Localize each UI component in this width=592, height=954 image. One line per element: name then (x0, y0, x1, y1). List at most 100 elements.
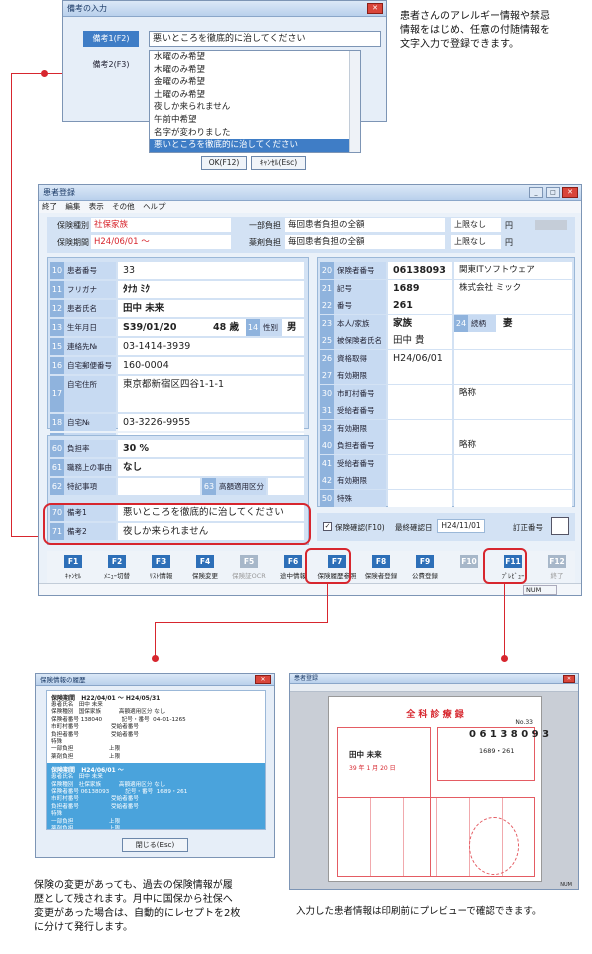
field-extra (454, 419, 572, 437)
cancel-button[interactable]: ｷｬﾝｾﾙ(Esc) (251, 156, 306, 170)
field-value[interactable] (388, 367, 452, 384)
insurance-period-value[interactable]: H24/06/01 ～ (91, 235, 231, 249)
limit2[interactable]: 上限なし (451, 235, 501, 249)
history-block1: 保険期間 H22/04/01 ～ H24/05/31 患者氏名 田中 未来 保険種… (47, 691, 265, 764)
list-scrollbar[interactable] (349, 51, 360, 152)
field-value[interactable]: ﾀﾅｶ ﾐｸ (118, 281, 304, 298)
field-value[interactable]: 160-0004 (118, 357, 304, 374)
last-confirm-label: 最終確認日 (395, 523, 433, 532)
maximize-icon[interactable]: □ (546, 187, 560, 198)
fkey-label: ﾘｽﾄ情報 (149, 572, 173, 580)
field-value[interactable] (118, 478, 200, 495)
menu-other[interactable]: その他 (112, 202, 135, 211)
field-value[interactable] (388, 402, 452, 419)
tab-remarks2[interactable]: 備考2(F3) (83, 57, 139, 73)
history-list[interactable]: 保険期間 H22/04/01 ～ H24/05/31 患者氏名 田中 未来 保険種… (46, 690, 266, 830)
field-label: 有効期限 (334, 419, 386, 437)
suggestion-item[interactable]: 名字が変わりました (150, 127, 360, 140)
field-label: 自宅郵便番号 (64, 357, 116, 374)
tab-remarks1[interactable]: 備考1(F2) (83, 31, 139, 47)
connector-line (155, 622, 328, 623)
suggestion-item[interactable]: 金曜のみ希望 (150, 76, 360, 89)
fkey-f1[interactable]: F1 ｷｬﾝｾﾙ (53, 555, 93, 580)
field-label: 特殊 (334, 489, 386, 507)
fkey-f3[interactable]: F3 ﾘｽﾄ情報 (141, 555, 181, 580)
menu-help[interactable]: ヘルプ (143, 202, 166, 211)
history-block2-header: 保険期間 H24/06/01 ～ (51, 767, 124, 775)
close-icon[interactable]: ✕ (255, 675, 271, 684)
confirm-checkbox[interactable]: ✓ (323, 522, 332, 531)
field-value[interactable]: 30 % (118, 440, 304, 457)
special-value[interactable] (268, 478, 304, 495)
fkey-cap: F2 (108, 555, 126, 568)
suggestion-item[interactable]: 木曜のみ希望 (150, 64, 360, 77)
fkey-cap: F1 (64, 555, 82, 568)
limit1[interactable]: 上限なし (451, 218, 501, 232)
field-value[interactable]: 03-1414-3939 (118, 338, 304, 355)
remarks-input-dialog: 備考の入力 ✕ 備考1(F2) 備考2(F3) 悪いところを徹底的に治してくださ… (62, 0, 387, 153)
field-value[interactable]: 田中 貴 (388, 332, 452, 349)
last-confirm-value[interactable]: H24/11/01 (437, 519, 485, 533)
field-extra (454, 367, 572, 384)
field-value[interactable] (388, 489, 452, 507)
field-value[interactable]: 東京都新宿区四谷1-1-1 (118, 376, 304, 412)
insurer-number: 0 6 1 3 8 0 9 3 (469, 729, 550, 740)
field-value[interactable]: 33 (118, 262, 304, 279)
field-value[interactable] (388, 472, 452, 489)
field-value[interactable]: S39/01/20 (118, 319, 208, 336)
suggestion-item[interactable]: 水曜のみ希望 (150, 51, 360, 64)
fkey-f8[interactable]: F8 保険者登録 (361, 555, 401, 580)
field-label: 性別 (260, 319, 282, 336)
connector-line (11, 73, 12, 536)
doc-no: No.33 (515, 719, 533, 726)
history-line: 特殊 (51, 811, 63, 818)
ok-button[interactable]: OK(F12) (201, 156, 247, 170)
fkey-f4[interactable]: F4 保険変更 (185, 555, 225, 580)
close-icon[interactable]: ✕ (563, 675, 575, 683)
insurance-type-value[interactable]: 社保家族 (91, 218, 231, 232)
field-value[interactable] (388, 384, 452, 402)
field-value[interactable]: 田中 未来 (118, 300, 304, 317)
field-label: 生年月日 (64, 319, 116, 336)
remarks-input[interactable]: 悪いところを徹底的に治してください (149, 31, 381, 47)
fkey-f2[interactable]: F2 ﾒﾆｭｰ切替 (97, 555, 137, 580)
history-title: 保険情報の履歴 (36, 674, 274, 686)
insurance-history-window: 保険情報の履歴 ✕ 保険期間 H22/04/01 ～ H24/05/31 患者氏… (35, 673, 275, 858)
field-value[interactable] (388, 419, 452, 437)
field-value[interactable]: なし (118, 459, 304, 476)
field-label: 患者番号 (64, 262, 116, 279)
field-value[interactable]: 261 (388, 297, 452, 314)
suggestion-item[interactable]: 土曜のみ希望 (150, 89, 360, 102)
fkey-cap: F5 (240, 555, 258, 568)
suggestion-item[interactable]: 夜しか来られません (150, 101, 360, 114)
field-label: 市町村番号 (334, 384, 386, 402)
field-value[interactable] (388, 437, 452, 454)
field-value[interactable]: 1689 (388, 279, 452, 297)
partial-burden-value[interactable]: 毎回患者負担の全額 (285, 218, 445, 232)
fkey-f9[interactable]: F9 公費登録 (405, 555, 445, 580)
suggestion-list[interactable]: 水曜のみ希望 木曜のみ希望 金曜のみ希望 土曜のみ希望 夜しか来られません 午前中希望 名字… (149, 50, 361, 153)
field-label: 受給者番号 (334, 454, 386, 472)
history-block2: 保険期間 H24/06/01 ～ 患者氏名 田中 未来 保険種別 社保家族 高額適… (47, 763, 265, 829)
close-icon[interactable]: ✕ (367, 3, 383, 14)
menu-edit[interactable]: 編集 (65, 202, 80, 211)
menu-exit[interactable]: 終了 (42, 202, 57, 211)
drug-burden-value[interactable]: 毎回患者負担の全額 (285, 235, 445, 249)
minimize-icon[interactable]: _ (529, 187, 543, 198)
correction-input[interactable] (551, 517, 569, 535)
field-value[interactable]: 03-3226-9955 (118, 414, 304, 431)
relation-value[interactable]: 妻 (498, 314, 572, 332)
suggestion-item[interactable]: 午前中希望 (150, 114, 360, 127)
close-icon[interactable]: ✕ (562, 187, 578, 198)
field-value[interactable]: 06138093 (388, 262, 452, 279)
field-value[interactable]: H24/06/01 (388, 349, 452, 367)
insurance-confirm-row: ✓ 保険確認(F10) 最終確認日 H24/11/01 訂正番号 (317, 513, 575, 541)
f11-highlight (483, 548, 527, 584)
history-close-button[interactable]: 閉じる(Esc) (122, 838, 188, 852)
history-line: 負担者番号 受給者番号 (51, 803, 139, 810)
field-value[interactable] (388, 454, 452, 472)
sex-value[interactable]: 男 (282, 319, 304, 336)
suggestion-item[interactable]: 悪いところを徹底的に治してください (150, 139, 360, 152)
field-value[interactable]: 家族 (388, 314, 452, 332)
menu-view[interactable]: 表示 (89, 202, 104, 211)
